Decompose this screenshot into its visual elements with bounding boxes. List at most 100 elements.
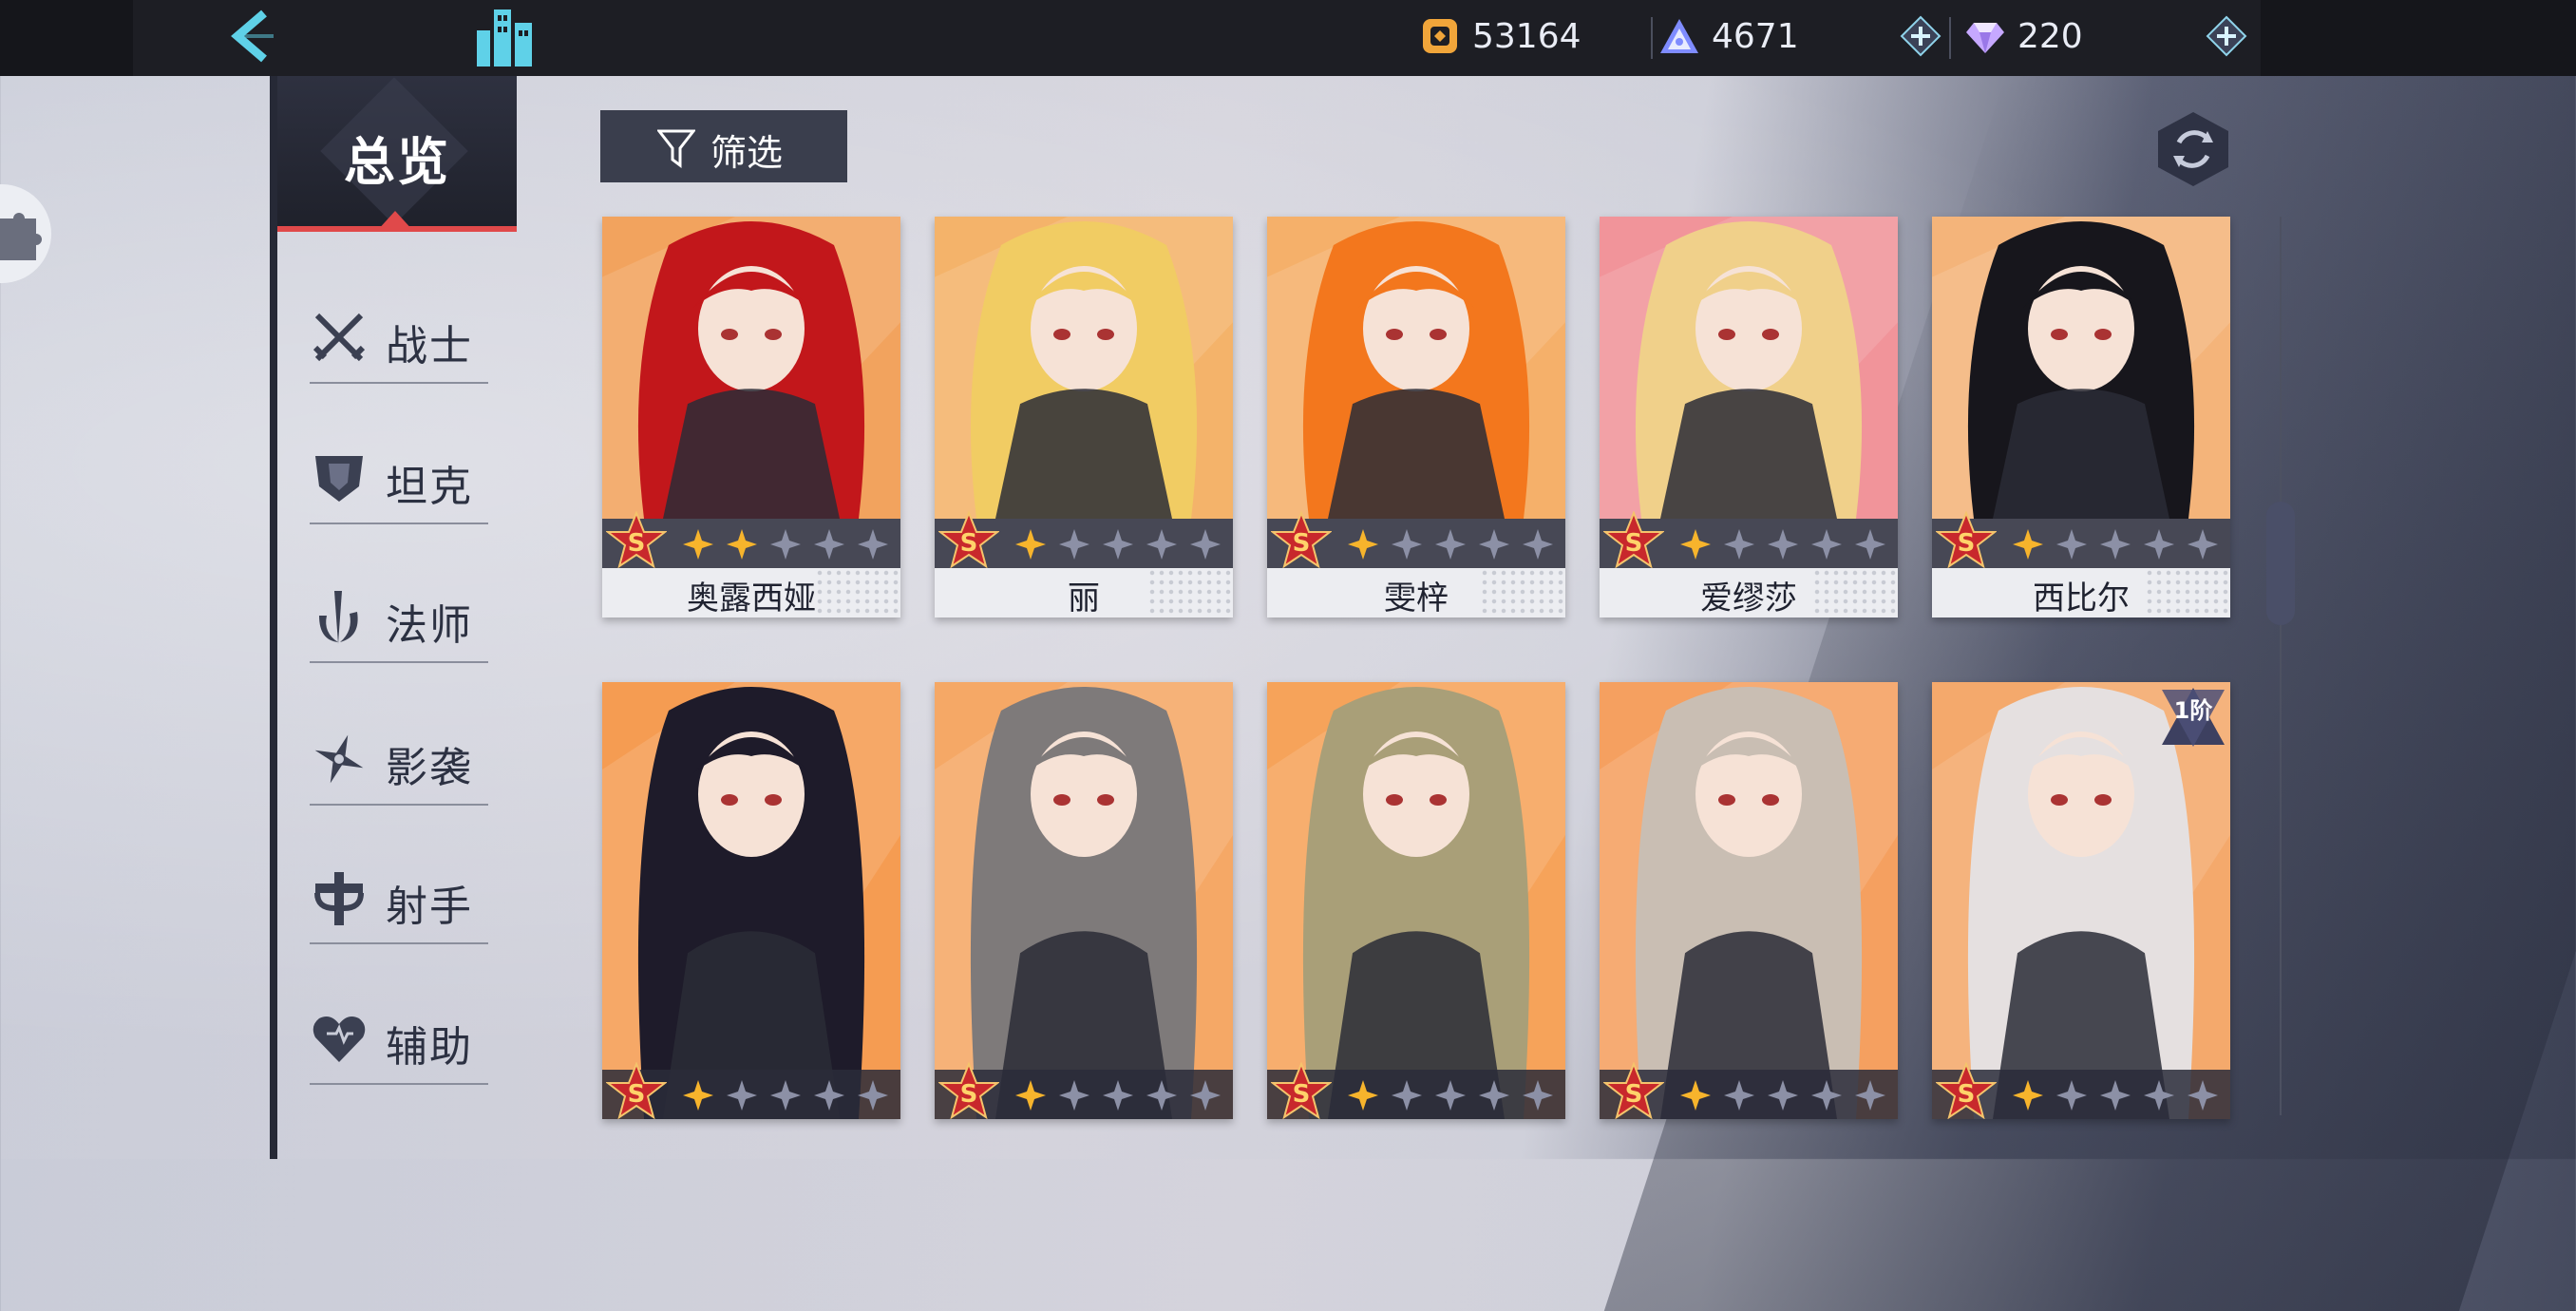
star-empty-icon [858, 529, 888, 560]
character-name: 爱缪莎 [1700, 580, 1797, 618]
rank-label: S [1293, 529, 1311, 558]
character-name: 西比尔 [2033, 580, 2130, 618]
star-empty-icon [2188, 1080, 2218, 1111]
star-empty-icon [2056, 529, 2087, 560]
character-card[interactable]: S 奥露西娅 [602, 217, 900, 618]
character-art [1932, 217, 2230, 519]
rank-label: S [1958, 1080, 1976, 1109]
rank-s-icon: S [606, 511, 667, 569]
character-card[interactable]: S [602, 682, 900, 1119]
name-bar: 爱缪莎 [1600, 568, 1898, 618]
add-stamina-button[interactable] [1900, 15, 1941, 57]
rank-s-icon: S [938, 1062, 999, 1119]
sidebar-item-support[interactable]: 辅助 [310, 988, 488, 1087]
star-rating-bar: S [1267, 1062, 1565, 1119]
star-filled-icon [1348, 529, 1378, 560]
character-name: 丽 [1068, 580, 1100, 618]
divider [310, 942, 488, 944]
sidebar-item-tank[interactable]: 坦克 [310, 428, 488, 526]
star-empty-icon [1435, 529, 1466, 560]
sidebar-item-label: 射手 [386, 883, 473, 931]
star-rating-bar: S [1932, 1062, 2230, 1119]
city-building-icon [477, 10, 532, 66]
side-drawer-tab[interactable] [0, 184, 51, 283]
stamina-resource: 4671 [1658, 8, 1799, 65]
star-empty-icon [1059, 529, 1089, 560]
rank-label: S [628, 1080, 646, 1109]
star-rating-bar: S [1267, 511, 1565, 569]
filter-button[interactable]: 筛选 [600, 110, 847, 182]
star-filled-icon [683, 1080, 713, 1111]
star-empty-icon [1523, 529, 1553, 560]
star-empty-icon [1811, 1080, 1842, 1111]
star-empty-icon [814, 529, 844, 560]
character-name: 雯梓 [1384, 580, 1449, 618]
sidebar-item-assassin[interactable]: 影袭 [310, 709, 488, 808]
star-empty-icon [770, 529, 801, 560]
crossed-swords-icon [313, 313, 366, 362]
character-art [935, 217, 1233, 519]
character-card[interactable]: S [1600, 682, 1898, 1119]
character-card[interactable]: S [935, 682, 1233, 1119]
star-empty-icon [858, 1080, 888, 1111]
character-art [1267, 682, 1565, 1119]
tier-badge-label: 1阶 [2173, 697, 2213, 724]
star-rating-bar: S [935, 511, 1233, 569]
star-filled-icon [1348, 1080, 1378, 1111]
star-empty-icon [1146, 529, 1177, 560]
star-filled-icon [1680, 529, 1711, 560]
star-filled-icon [683, 529, 713, 560]
rank-label: S [1625, 529, 1643, 558]
add-diamond-button[interactable] [2206, 15, 2247, 57]
tab-overview[interactable]: 总览 [277, 76, 517, 232]
refresh-button[interactable] [2154, 110, 2232, 188]
name-bar: 奥露西娅 [602, 568, 900, 618]
star-empty-icon [1059, 1080, 1089, 1111]
sidebar-item-mage[interactable]: 法师 [310, 566, 488, 665]
star-empty-icon [1724, 529, 1754, 560]
character-portrait [602, 217, 900, 519]
star-empty-icon [1768, 529, 1798, 560]
rank-label: S [1958, 529, 1976, 558]
diamond-value: 220 [2017, 16, 2083, 56]
body-shape [663, 389, 840, 519]
star-empty-icon [1146, 1080, 1177, 1111]
body-shape [1660, 389, 1837, 519]
sidebar-item-marksman[interactable]: 射手 [310, 847, 488, 946]
character-card[interactable]: S [1267, 682, 1565, 1119]
scroll-track [2280, 217, 2282, 1115]
character-card[interactable]: S 西比尔 [1932, 217, 2230, 618]
name-bar: 丽 [935, 568, 1233, 618]
character-portrait [1600, 217, 1898, 519]
character-card[interactable]: S 1阶 [1932, 682, 2230, 1119]
puzzle-icon [0, 213, 42, 260]
star-filled-icon [727, 529, 757, 560]
divider [1949, 17, 1951, 59]
star-empty-icon [1435, 1080, 1466, 1111]
star-rating-bar: S [1600, 1062, 1898, 1119]
character-art [935, 682, 1233, 1119]
sidebar-item-label: 法师 [386, 601, 473, 650]
back-button[interactable] [220, 6, 283, 68]
rank-s-icon: S [1936, 1062, 1997, 1119]
top-bar: 53164 4671 220 [0, 0, 2576, 76]
scroll-thumb[interactable] [2266, 502, 2295, 625]
gold-value: 53164 [1472, 16, 1582, 56]
star-empty-icon [1523, 1080, 1553, 1111]
stamina-triangle-icon [1660, 19, 1698, 53]
character-card[interactable]: S 丽 [935, 217, 1233, 618]
active-tab-indicator [376, 211, 414, 232]
star-empty-icon [1479, 1080, 1509, 1111]
character-card[interactable]: S 爱缪莎 [1600, 217, 1898, 618]
character-name: 奥露西娅 [687, 580, 816, 618]
star-rating-bar: S [1932, 511, 2230, 569]
character-card[interactable]: S 雯梓 [1267, 217, 1565, 618]
star-empty-icon [1103, 1080, 1133, 1111]
star-empty-icon [2144, 1080, 2174, 1111]
heart-icon [313, 1016, 366, 1062]
sidebar-item-warrior[interactable]: 战士 [310, 287, 488, 386]
rank-s-icon: S [606, 1062, 667, 1119]
name-bar: 雯梓 [1267, 568, 1565, 618]
funnel-icon [657, 129, 695, 168]
city-button[interactable] [469, 4, 540, 70]
